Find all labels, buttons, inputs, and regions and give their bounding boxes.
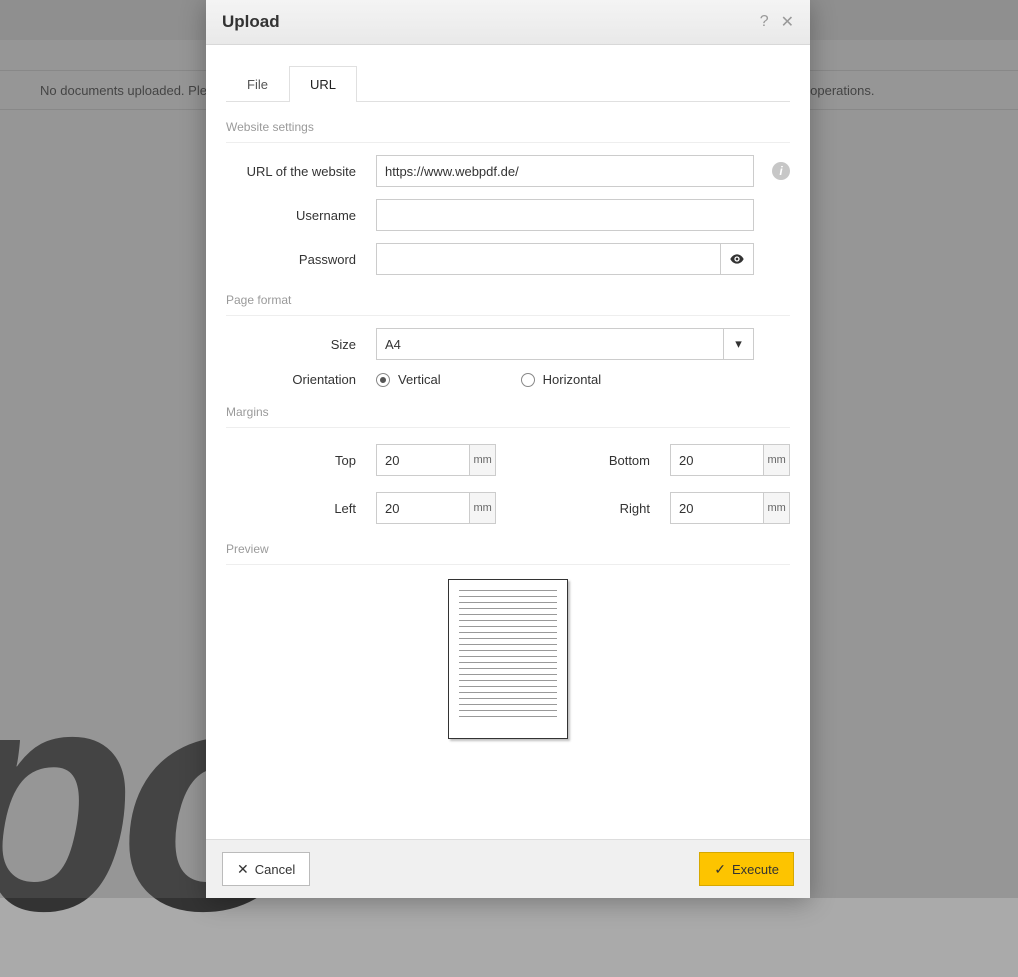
section-website-settings: Website settings [226, 120, 790, 143]
margin-bottom-input[interactable] [670, 444, 764, 476]
section-margins: Margins [226, 405, 790, 428]
upload-modal: Upload ? ✕ File URL Website settings URL… [206, 0, 810, 898]
username-label: Username [226, 208, 376, 223]
url-input[interactable] [376, 155, 754, 187]
margin-left-label: Left [226, 501, 376, 516]
size-select-value: A4 [376, 328, 724, 360]
tabs: File URL [226, 65, 790, 102]
margin-left-unit: mm [470, 492, 496, 524]
preview-container [226, 579, 790, 739]
orientation-label: Orientation [226, 372, 376, 387]
cancel-button-label: Cancel [255, 862, 295, 877]
margin-right-unit: mm [764, 492, 790, 524]
margin-right-label: Right [496, 501, 670, 516]
margin-top-label: Top [226, 453, 376, 468]
orientation-vertical-label: Vertical [398, 372, 441, 387]
modal-footer: ✕ Cancel ✓ Execute [206, 839, 810, 898]
radio-icon-checked [376, 373, 390, 387]
close-icon[interactable]: ✕ [781, 12, 794, 32]
margin-bottom-unit: mm [764, 444, 790, 476]
orientation-horizontal-radio[interactable]: Horizontal [521, 372, 602, 387]
size-select[interactable]: A4 ▾ [376, 328, 754, 360]
tab-file[interactable]: File [226, 66, 289, 102]
size-label: Size [226, 337, 376, 352]
password-visibility-toggle[interactable] [720, 243, 754, 275]
margin-left-input[interactable] [376, 492, 470, 524]
modal-header: Upload ? ✕ [206, 0, 810, 45]
chevron-down-icon[interactable]: ▾ [724, 328, 754, 360]
orientation-horizontal-label: Horizontal [543, 372, 602, 387]
close-icon: ✕ [237, 862, 249, 876]
url-label: URL of the website [226, 164, 376, 179]
info-icon[interactable]: i [772, 162, 790, 180]
margin-bottom-label: Bottom [496, 453, 670, 468]
check-icon: ✓ [714, 862, 726, 876]
password-label: Password [226, 252, 376, 267]
margin-right-input[interactable] [670, 492, 764, 524]
section-page-format: Page format [226, 293, 790, 316]
margin-top-unit: mm [470, 444, 496, 476]
tab-url[interactable]: URL [289, 66, 357, 102]
password-input[interactable] [376, 243, 720, 275]
eye-icon [729, 251, 745, 267]
page-preview-thumbnail [448, 579, 568, 739]
margin-top-input[interactable] [376, 444, 470, 476]
section-preview: Preview [226, 542, 790, 565]
modal-title: Upload [222, 12, 280, 32]
orientation-vertical-radio[interactable]: Vertical [376, 372, 441, 387]
execute-button[interactable]: ✓ Execute [699, 852, 794, 886]
modal-body: File URL Website settings URL of the web… [206, 45, 810, 839]
execute-button-label: Execute [732, 862, 779, 877]
radio-icon-unchecked [521, 373, 535, 387]
username-input[interactable] [376, 199, 754, 231]
help-icon[interactable]: ? [760, 13, 769, 31]
cancel-button[interactable]: ✕ Cancel [222, 852, 310, 886]
